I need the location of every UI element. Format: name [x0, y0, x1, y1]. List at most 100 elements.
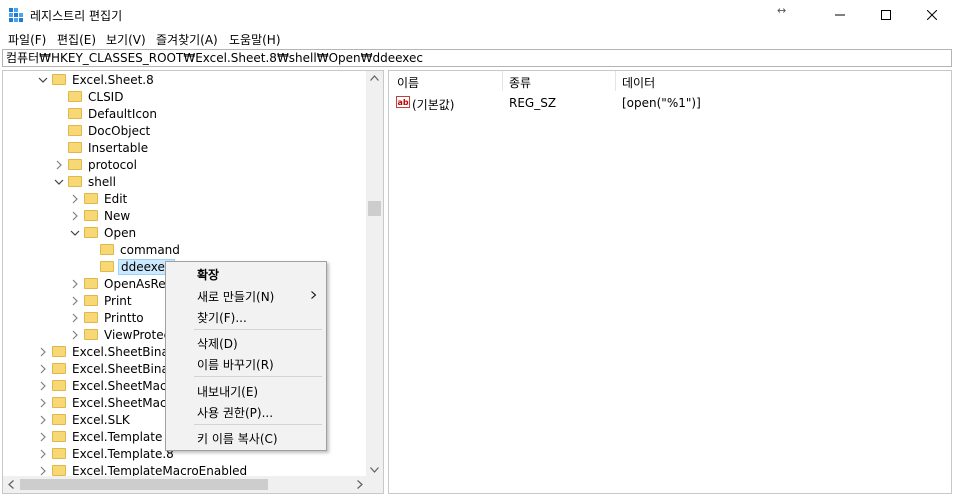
tree-item[interactable]: CLSID [54, 88, 125, 105]
tree-item[interactable]: ddeexec [86, 258, 175, 275]
column-divider[interactable] [502, 71, 503, 91]
tree-item-label: DocObject [88, 123, 151, 138]
chevron-right-icon[interactable] [38, 449, 48, 459]
menu-item-find[interactable]: 찾기(F)... [197, 309, 247, 326]
column-header-name[interactable]: 이름 [397, 74, 419, 91]
menu-item-expand[interactable]: 확장 [197, 266, 219, 283]
menu-favorites[interactable]: 즐겨찾기(A) [156, 31, 218, 48]
tree-item[interactable]: Excel.Sheet.8 [38, 71, 156, 88]
tree-item-label: Excel.Sheet.8 [72, 72, 154, 87]
tree-spacer [54, 126, 64, 136]
menu-view[interactable]: 보기(V) [106, 31, 146, 48]
chevron-right-icon[interactable] [38, 364, 48, 374]
menu-item-rename[interactable]: 이름 바꾸기(R) [197, 356, 274, 373]
folder-icon [84, 278, 98, 289]
menu-item-permissions[interactable]: 사용 권한(P)... [197, 404, 273, 421]
tree-item-label: protocol [88, 157, 137, 172]
tree-item[interactable]: Excel.Template.8 [38, 445, 176, 462]
tree-item-label: CLSID [88, 89, 124, 104]
tree-item[interactable]: Edit [70, 190, 129, 207]
tree-item-label: shell [88, 174, 116, 189]
chevron-right-icon[interactable] [38, 381, 48, 391]
tree-item[interactable]: shell [54, 173, 118, 190]
tree-spacer [54, 92, 64, 102]
tree-item[interactable]: Print [70, 292, 134, 309]
value-list-pane: 이름 종류 데이터 ab (기본값) REG_SZ [open("%1")] [388, 70, 952, 494]
minimize-button[interactable] [817, 0, 863, 30]
scroll-right-icon[interactable] [357, 480, 363, 489]
menu-item-delete[interactable]: 삭제(D) [197, 335, 238, 352]
tree-item[interactable]: Insertable [54, 139, 150, 156]
tree-item[interactable]: New [70, 207, 132, 224]
tree-item[interactable]: command [86, 241, 182, 258]
chevron-right-icon[interactable] [54, 160, 64, 170]
tree-item-label: Printto [104, 310, 144, 325]
tree-item[interactable]: Open [70, 224, 138, 241]
menu-help[interactable]: 도움말(H) [229, 31, 281, 48]
chevron-down-icon[interactable] [38, 75, 48, 85]
maximize-icon [881, 10, 891, 20]
column-header-type[interactable]: 종류 [509, 74, 531, 91]
chevron-right-icon[interactable] [70, 296, 80, 306]
chevron-down-icon[interactable] [70, 228, 80, 238]
tree-vertical-scrollbar[interactable] [366, 71, 383, 478]
folder-icon [52, 363, 66, 374]
menu-item-copy-key-name[interactable]: 키 이름 복사(C) [197, 430, 278, 447]
chevron-right-icon[interactable] [38, 432, 48, 442]
folder-icon [68, 108, 82, 119]
chevron-right-icon[interactable] [70, 279, 80, 289]
context-menu: 확장 새로 만들기(N) 찾기(F)... 삭제(D) 이름 바꾸기(R) 내보… [165, 261, 327, 451]
tree-item[interactable]: Excel.SLK [38, 411, 132, 428]
folder-icon [84, 210, 98, 221]
folder-icon [52, 346, 66, 357]
folder-icon [68, 142, 82, 153]
menu-file[interactable]: 파일(F) [8, 31, 46, 48]
folder-icon [52, 397, 66, 408]
folder-icon [84, 312, 98, 323]
folder-icon [68, 159, 82, 170]
tree-item[interactable]: Excel.Template [38, 428, 164, 445]
tree-item-label: Excel.Template.8 [72, 446, 174, 461]
menu-item-export[interactable]: 내보내기(E) [197, 383, 258, 400]
scroll-down-icon[interactable] [370, 467, 379, 473]
chevron-right-icon[interactable] [38, 398, 48, 408]
tree-vertical-scroll-thumb[interactable] [368, 201, 381, 216]
menu-separator [194, 329, 322, 330]
scroll-left-icon[interactable] [8, 480, 14, 489]
scroll-up-icon[interactable] [370, 75, 379, 81]
folder-icon [52, 448, 66, 459]
column-divider[interactable] [615, 71, 616, 91]
tree-item[interactable]: protocol [54, 156, 139, 173]
chevron-right-icon[interactable] [70, 194, 80, 204]
folder-icon [52, 414, 66, 425]
title-bar[interactable]: 레지스트리 편집기 ↔ [0, 0, 955, 30]
tree-horizontal-scrollbar[interactable] [3, 476, 368, 493]
folder-icon [68, 176, 82, 187]
maximize-button[interactable] [863, 0, 909, 30]
tree-item[interactable]: Printto [70, 309, 146, 326]
menu-edit[interactable]: 편집(E) [57, 31, 96, 48]
chevron-right-icon[interactable] [38, 415, 48, 425]
registry-editor-icon [9, 8, 23, 22]
address-bar[interactable]: 컴퓨터₩HKEY_CLASSES_ROOT₩Excel.Sheet.8₩shel… [2, 49, 952, 67]
tree-item-label: Open [104, 225, 137, 240]
close-button[interactable] [909, 0, 955, 30]
tree-item-label: Print [104, 293, 132, 308]
chevron-right-icon[interactable] [38, 347, 48, 357]
value-data: [open("%1")] [622, 96, 701, 110]
tree-item[interactable]: DocObject [54, 122, 152, 139]
tree-horizontal-scroll-thumb[interactable] [20, 479, 268, 490]
folder-icon [84, 329, 98, 340]
close-icon [927, 10, 937, 20]
svg-text:ab: ab [398, 98, 409, 107]
chevron-right-icon[interactable] [70, 313, 80, 323]
tree-spacer [54, 109, 64, 119]
string-value-icon: ab [396, 96, 410, 108]
menu-item-new[interactable]: 새로 만들기(N) [197, 288, 274, 305]
tree-item[interactable]: DefaultIcon [54, 105, 159, 122]
chevron-right-icon[interactable] [70, 211, 80, 221]
chevron-down-icon[interactable] [54, 177, 64, 187]
chevron-right-icon[interactable] [38, 466, 48, 476]
chevron-right-icon[interactable] [70, 330, 80, 340]
column-header-data[interactable]: 데이터 [622, 74, 655, 91]
